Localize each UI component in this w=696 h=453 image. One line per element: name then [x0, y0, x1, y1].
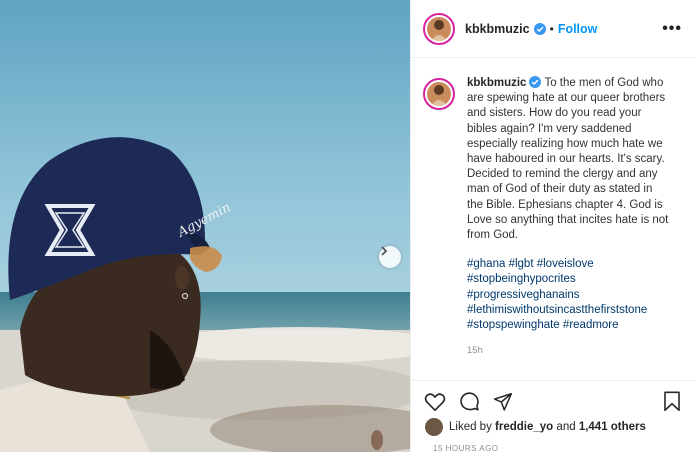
hashtag[interactable]: #stopspewinghate	[467, 319, 560, 331]
header-username[interactable]: kbkbmuzic	[465, 22, 530, 36]
bookmark-icon	[664, 391, 680, 412]
post-sidebar: kbkbmuzic • Follow ••• kbkbmuzic To the m…	[410, 0, 696, 453]
next-arrow-icon	[381, 246, 388, 256]
share-button[interactable]	[491, 390, 515, 414]
instagram-post: Agyemin kbkbmuzic • Follow ••• kbkbmuzic…	[0, 0, 696, 453]
post-header: kbkbmuzic • Follow •••	[411, 0, 696, 58]
caption-body: To the men of God who are spewing hate a…	[467, 77, 669, 242]
caption-text: kbkbmuzic To the men of God who are spewi…	[467, 76, 671, 358]
photo-scene: Agyemin	[0, 0, 410, 452]
caption-avatar[interactable]	[423, 78, 455, 110]
hashtag[interactable]: #lethimiswithoutsincastthefirststone	[467, 303, 671, 318]
hashtag[interactable]: #loveislove	[537, 258, 594, 270]
likes-summary: Liked by freddie_yo and 1,441 others	[425, 418, 686, 436]
caption-area: kbkbmuzic To the men of God who are spewi…	[411, 58, 696, 380]
likes-count[interactable]: 1,441 others	[579, 421, 646, 433]
hashtag[interactable]: #ghana	[467, 258, 505, 270]
liker-avatar[interactable]	[425, 418, 443, 436]
likes-middle: and	[556, 421, 576, 433]
separator-dot: •	[549, 21, 554, 36]
hashtags: #ghana #lgbt #loveislove #stopbeinghypoc…	[467, 257, 671, 333]
save-button[interactable]	[660, 390, 684, 414]
heart-icon	[424, 392, 446, 411]
share-icon	[493, 392, 513, 411]
next-image-button[interactable]	[379, 246, 401, 268]
hashtag[interactable]: #lgbt	[509, 258, 534, 270]
post-image[interactable]: Agyemin	[0, 0, 410, 452]
hashtag[interactable]: #readmore	[563, 319, 619, 331]
liker-username[interactable]: freddie_yo	[495, 421, 553, 433]
follow-button[interactable]: Follow	[558, 22, 598, 36]
caption-timestamp: 15h	[467, 345, 483, 357]
action-bar	[411, 380, 696, 422]
avatar[interactable]	[423, 12, 455, 45]
hashtag[interactable]: #progressiveghanains	[467, 288, 671, 303]
likes-prefix: Liked by	[449, 421, 492, 433]
caption-username[interactable]: kbkbmuzic	[467, 77, 526, 89]
verified-badge-icon	[533, 22, 546, 35]
comment-button[interactable]	[457, 390, 481, 414]
comment-icon	[459, 392, 479, 411]
hashtag[interactable]: #stopbeinghypocrites	[467, 272, 671, 287]
like-button[interactable]	[423, 390, 447, 414]
verified-badge-icon	[529, 76, 542, 88]
more-options-icon[interactable]: •••	[662, 20, 682, 38]
